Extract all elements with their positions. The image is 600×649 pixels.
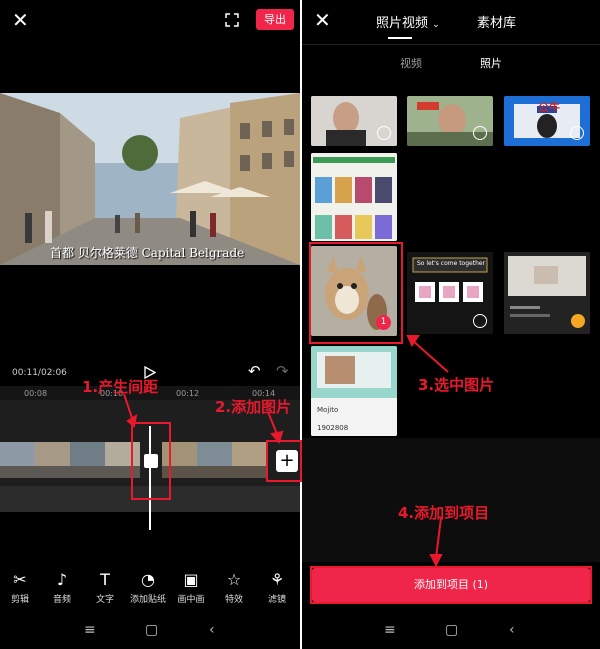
- annotation-step1: 1.产生间距: [82, 378, 159, 396]
- annotation-step2: 2.添加图片: [215, 398, 292, 416]
- annotation-step3: 3.选中图片: [418, 376, 495, 394]
- annotation-arrows: [123, 335, 449, 568]
- annotation-step4: 4.添加到项目: [398, 504, 490, 522]
